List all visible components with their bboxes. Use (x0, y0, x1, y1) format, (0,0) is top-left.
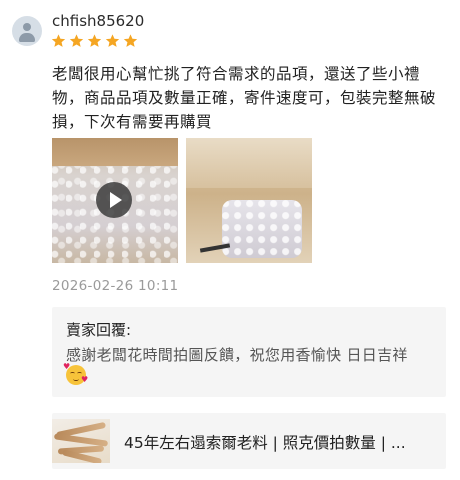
review-photo-thumbnail[interactable] (186, 138, 312, 263)
seller-reply-text: 感謝老闆花時間拍圖反饋，祝您用香愉快 日日吉祥 (66, 346, 408, 364)
box-flap (186, 138, 312, 188)
review-text: 老闆很用心幫忙挑了符合需求的品項，還送了些小禮物，商品品項及數量正確，寄件速度可… (52, 65, 437, 131)
user-avatar[interactable] (12, 16, 42, 46)
heart-icon: ♥ (81, 375, 89, 384)
play-icon[interactable] (96, 182, 132, 218)
star-icon (105, 34, 120, 47)
heart-icon: ♥ (63, 362, 71, 371)
star-icon (123, 34, 138, 47)
star-icon (87, 34, 102, 47)
review-video-thumbnail[interactable] (52, 138, 178, 263)
bubble-wrap-package (222, 200, 302, 258)
star-icon (69, 34, 84, 47)
avatar-body (19, 33, 35, 42)
box-flap (52, 138, 178, 166)
smiling-face-with-hearts-icon: ♥ ♥ (63, 362, 89, 385)
avatar-head (23, 23, 31, 31)
star-rating (50, 33, 140, 49)
product-card[interactable]: 45年左右遢索爾老料 | 照克價拍數量 | ... (52, 413, 446, 469)
emoji-eye (70, 372, 75, 375)
product-title[interactable]: 45年左右遢索爾老料 | 照克價拍數量 | ... (124, 431, 406, 453)
star-icon (51, 34, 66, 47)
seller-reply-label: 賣家回覆: (66, 321, 132, 339)
username: chfish85620 (52, 12, 145, 30)
seller-reply: 賣家回覆: 感謝老闆花時間拍圖反饋，祝您用香愉快 日日吉祥 ♥ ♥ (52, 307, 446, 397)
emoji-mouth (73, 377, 79, 381)
review-timestamp: 2026-02-26 10:11 (52, 278, 179, 294)
product-thumbnail[interactable] (52, 419, 110, 463)
